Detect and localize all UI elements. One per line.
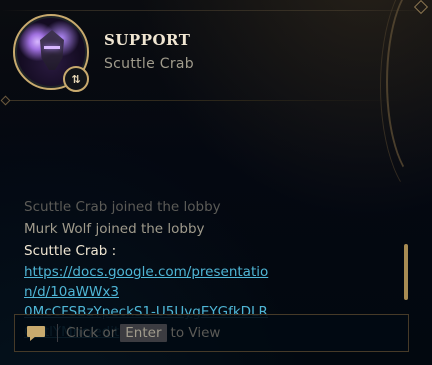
chat-message: Scuttle Crab joined the lobby xyxy=(24,199,221,215)
hint-suffix: to View xyxy=(170,325,221,341)
champion-visor-glow xyxy=(44,46,60,49)
chat-message: Murk Wolf joined the lobby xyxy=(24,221,205,237)
hint-prefix: Click or xyxy=(66,325,117,341)
chat-scrollbar[interactable] xyxy=(404,244,408,300)
player-name: Scuttle Crab xyxy=(104,56,194,72)
swap-arrows-icon[interactable]: ⇅ xyxy=(63,66,89,92)
divider-diamond-icon xyxy=(0,95,11,106)
header-divider xyxy=(4,100,402,101)
lobby-panel: ⇅ SUPPORT Scuttle Crab Scuttle Crab join… xyxy=(0,0,432,365)
chat-bubble-icon xyxy=(27,326,45,341)
enter-key-chip: Enter xyxy=(120,324,167,342)
chat-link-line1: https://docs.google.com/presentation/d/1… xyxy=(24,264,269,300)
top-border-line xyxy=(0,10,432,11)
chat-input[interactable]: Click or Enter to View xyxy=(14,314,409,352)
swap-glyph: ⇅ xyxy=(71,72,81,86)
role-title: SUPPORT xyxy=(104,31,191,49)
input-separator xyxy=(57,324,58,342)
chat-sender: Scuttle Crab : xyxy=(24,243,117,259)
input-hint: Click or Enter to View xyxy=(66,324,220,342)
